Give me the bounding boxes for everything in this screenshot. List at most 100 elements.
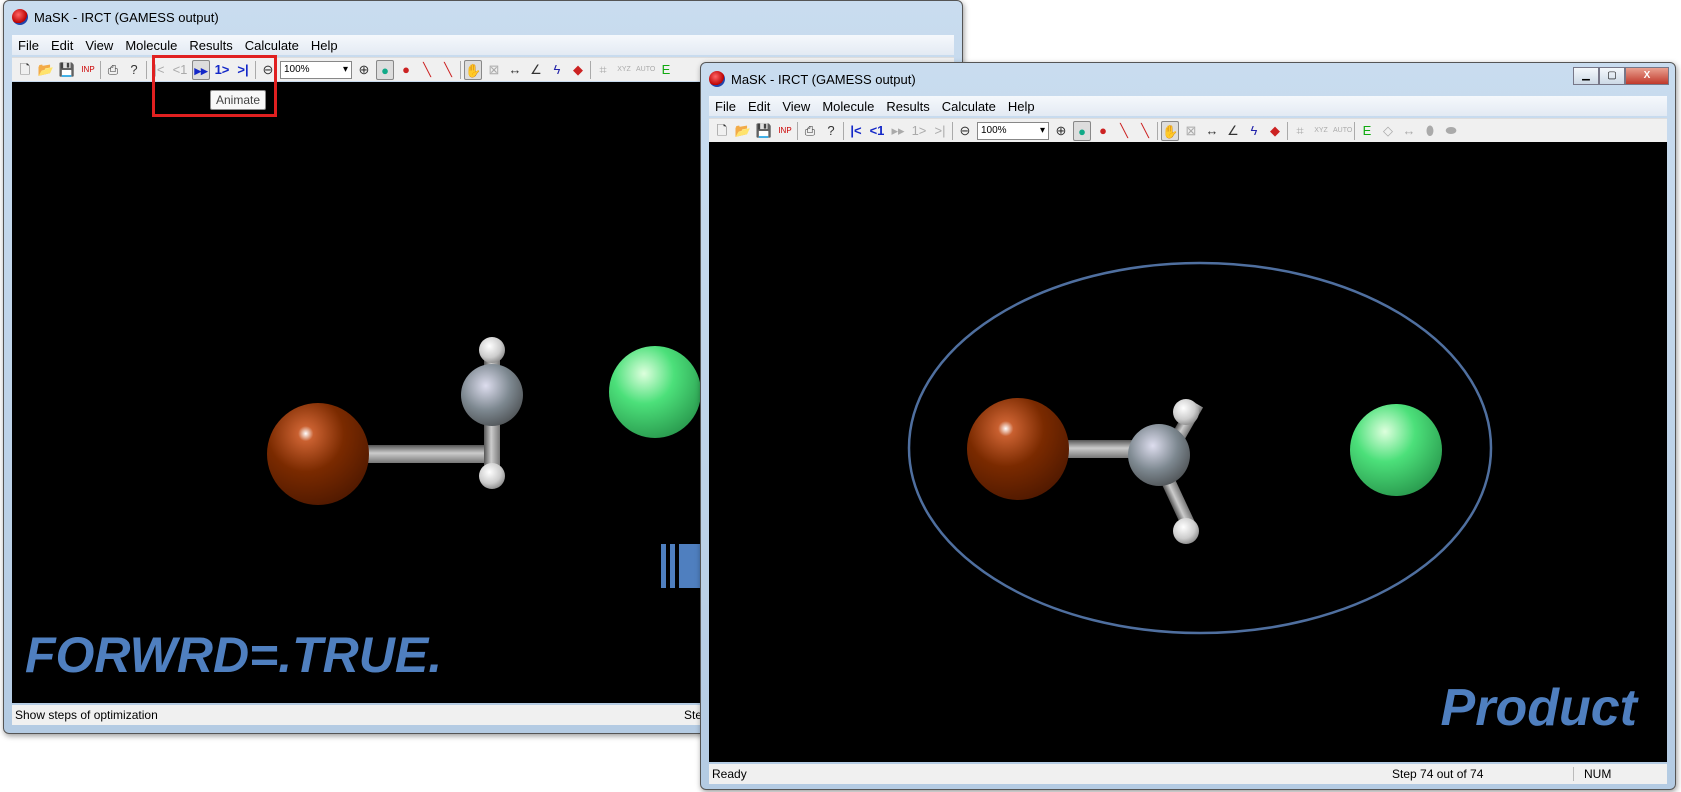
orbital-icon[interactable]: ⬮ xyxy=(1421,121,1439,141)
menu-results[interactable]: Results xyxy=(880,99,935,114)
app-icon xyxy=(709,71,725,87)
stick-icon[interactable]: ╲ xyxy=(418,60,436,80)
separator xyxy=(843,121,844,140)
status-text: Ready xyxy=(712,767,747,781)
separator xyxy=(460,60,461,79)
bromine-atom xyxy=(267,403,369,505)
hand-tool-icon[interactable]: ✋ xyxy=(1161,120,1179,141)
tooltip: Animate xyxy=(210,90,267,110)
wireframe-icon[interactable]: ╲ xyxy=(439,60,457,80)
menu-help[interactable]: Help xyxy=(1002,99,1041,114)
print-icon[interactable]: ⎙ xyxy=(104,60,122,80)
app-icon xyxy=(12,9,28,25)
distance-icon[interactable]: ↔ xyxy=(1203,121,1221,141)
arrows-icon[interactable]: ↔ xyxy=(1400,121,1418,141)
dihedral-icon[interactable]: ϟ xyxy=(548,60,566,80)
stick-icon[interactable]: ╲ xyxy=(1115,121,1133,141)
status-bar: Ready Step 74 out of 74 NUM xyxy=(709,764,1667,784)
inp-icon[interactable]: INP xyxy=(776,121,794,141)
menu-file[interactable]: File xyxy=(12,38,45,53)
cube-icon[interactable]: ◆ xyxy=(569,60,587,80)
wireframe-icon[interactable]: ╲ xyxy=(1136,121,1154,141)
auto-icon[interactable]: AUTO xyxy=(636,60,655,80)
print-icon[interactable]: ⎙ xyxy=(801,121,819,141)
ball-stick-icon[interactable]: ● xyxy=(376,59,394,80)
chlorine-atom xyxy=(609,346,701,438)
status-num: NUM xyxy=(1573,767,1611,781)
menu-view[interactable]: View xyxy=(79,38,119,53)
forwrd-label: FORWRD=.TRUE. xyxy=(25,627,443,683)
molecule-viewport[interactable]: Product xyxy=(709,142,1667,762)
minimize-button[interactable]: ▁ xyxy=(1573,67,1599,85)
carbon-atom xyxy=(461,364,523,426)
close-button[interactable]: X xyxy=(1625,67,1669,85)
cube-icon[interactable]: ◆ xyxy=(1266,121,1284,141)
separator xyxy=(1287,121,1288,140)
separator xyxy=(100,60,101,79)
last-step-icon[interactable]: >| xyxy=(931,121,949,141)
zoom-in-icon[interactable]: ⊕ xyxy=(355,60,373,80)
first-step-icon[interactable]: |< xyxy=(847,121,865,141)
select-box-icon[interactable]: ⊠ xyxy=(1182,121,1200,141)
window-title: MaSK - IRCT (GAMESS output) xyxy=(731,71,916,87)
energy-levels-icon[interactable]: E xyxy=(657,60,675,80)
animate-icon[interactable]: ▸▸ xyxy=(889,121,907,141)
energy-levels-icon[interactable]: E xyxy=(1358,121,1376,141)
zoom-out-icon[interactable]: ⊖ xyxy=(956,121,974,141)
new-file-icon[interactable]: 🗋 xyxy=(713,121,731,141)
menu-calculate[interactable]: Calculate xyxy=(239,38,305,53)
menu-help[interactable]: Help xyxy=(305,38,344,53)
carbon-atom xyxy=(1128,424,1190,486)
hydrogen-atom xyxy=(479,463,505,489)
menu-edit[interactable]: Edit xyxy=(742,99,776,114)
title-bar: MaSK - IRCT (GAMESS output) xyxy=(4,1,962,33)
xyz-icon[interactable]: XYZ xyxy=(615,60,633,80)
save-icon[interactable]: 💾 xyxy=(58,60,76,80)
next-step-icon[interactable]: 1> xyxy=(910,121,928,141)
inp-icon[interactable]: INP xyxy=(79,60,97,80)
save-icon[interactable]: 💾 xyxy=(755,121,773,141)
hydrogen-atom xyxy=(1173,399,1199,425)
product-label: Product xyxy=(1440,679,1637,737)
dihedral-icon[interactable]: ϟ xyxy=(1245,121,1263,141)
zoom-select[interactable]: 100% xyxy=(977,121,1049,140)
menu-bar: File Edit View Molecule Results Calculat… xyxy=(709,96,1667,116)
separator xyxy=(146,60,147,79)
angle-icon[interactable]: ∠ xyxy=(527,60,545,80)
auto-icon[interactable]: AUTO xyxy=(1333,121,1352,141)
separator xyxy=(797,121,798,140)
zoom-in-icon[interactable]: ⊕ xyxy=(1052,121,1070,141)
surface-icon[interactable]: ⬬ xyxy=(1442,121,1460,141)
open-folder-icon[interactable]: 📂 xyxy=(734,121,752,141)
bromine-atom xyxy=(967,398,1069,500)
xyz-icon[interactable]: XYZ xyxy=(1312,121,1330,141)
select-box-icon[interactable]: ⊠ xyxy=(485,60,503,80)
status-text: Show steps of optimization xyxy=(15,708,158,722)
new-file-icon[interactable]: 🗋 xyxy=(16,60,34,80)
spacefill-icon[interactable]: ● xyxy=(397,60,415,80)
help-icon[interactable]: ? xyxy=(125,60,143,80)
hand-tool-icon[interactable]: ✋ xyxy=(464,59,482,80)
zoom-select[interactable]: 100% xyxy=(280,60,352,79)
menu-file[interactable]: File xyxy=(709,99,742,114)
menu-molecule[interactable]: Molecule xyxy=(119,38,183,53)
help-icon[interactable]: ? xyxy=(822,121,840,141)
menu-molecule[interactable]: Molecule xyxy=(816,99,880,114)
spacefill-icon[interactable]: ● xyxy=(1094,121,1112,141)
title-bar: MaSK - IRCT (GAMESS output) ▁ ▢ X xyxy=(701,63,1675,95)
symmetry-icon[interactable]: ⌗ xyxy=(1291,121,1309,141)
distance-icon[interactable]: ↔ xyxy=(506,60,524,80)
angle-icon[interactable]: ∠ xyxy=(1224,121,1242,141)
vibration-icon[interactable]: ◇ xyxy=(1379,121,1397,141)
open-folder-icon[interactable]: 📂 xyxy=(37,60,55,80)
ball-stick-icon[interactable]: ● xyxy=(1073,120,1091,141)
separator xyxy=(952,121,953,140)
menu-view[interactable]: View xyxy=(776,99,816,114)
symmetry-icon[interactable]: ⌗ xyxy=(594,60,612,80)
maximize-button[interactable]: ▢ xyxy=(1599,67,1625,85)
menu-edit[interactable]: Edit xyxy=(45,38,79,53)
menu-calculate[interactable]: Calculate xyxy=(936,99,1002,114)
prev-step-icon[interactable]: <1 xyxy=(868,121,886,141)
hydrogen-atom xyxy=(479,337,505,363)
menu-results[interactable]: Results xyxy=(183,38,238,53)
